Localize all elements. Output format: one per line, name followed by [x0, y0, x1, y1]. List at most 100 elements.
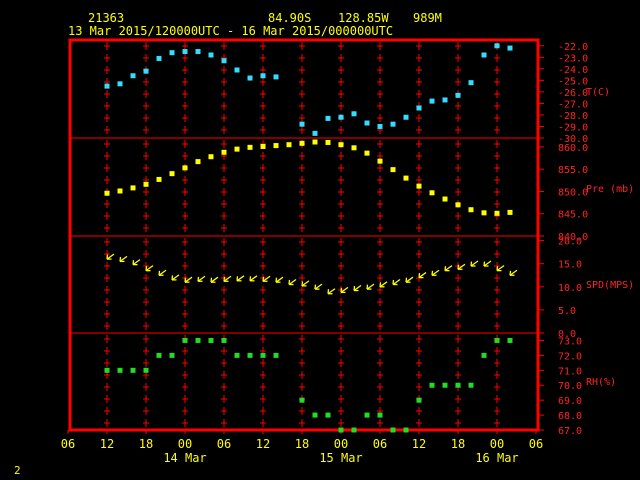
wind-arrow-head: [405, 277, 408, 283]
humidity-point: [260, 352, 266, 358]
pressure-point: [117, 188, 123, 194]
y-tick-label: 860.0: [558, 143, 588, 154]
temperature-point: [494, 43, 500, 49]
humidity-point: [325, 412, 331, 418]
temperature-point: [312, 130, 318, 136]
wind-arrow-head: [327, 289, 330, 294]
x-tick-label: 06: [373, 437, 387, 451]
humidity-point: [377, 412, 383, 418]
pressure-point: [273, 143, 279, 149]
x-date-label: 15 Mar: [319, 451, 362, 465]
pressure-point: [416, 183, 422, 189]
temperature-point: [442, 97, 448, 103]
x-tick-label: 00: [490, 437, 504, 451]
pressure-point: [507, 209, 513, 215]
humidity-point: [429, 382, 435, 388]
pressure-point: [234, 146, 240, 152]
humidity-point: [182, 337, 188, 343]
y-tick-label: 5.0: [558, 306, 576, 317]
x-tick-label: 12: [100, 437, 114, 451]
wind-arrow-head: [262, 276, 265, 282]
panel-label-wind: SPD(MPS): [586, 280, 634, 291]
wind-arrow-head: [132, 260, 135, 265]
wind-arrow-head: [288, 279, 291, 285]
pressure-point: [351, 145, 357, 151]
humidity-point: [416, 397, 422, 403]
y-tick-label: 10.0: [558, 283, 582, 294]
y-tick-label: -26.0: [558, 88, 588, 99]
temperature-point: [364, 120, 370, 126]
humidity-point: [143, 367, 149, 373]
x-tick-label: 00: [334, 437, 348, 451]
temperature-point: [429, 98, 435, 104]
pressure-point: [312, 139, 318, 145]
humidity-point: [221, 337, 227, 343]
y-tick-label: 71.0: [558, 366, 582, 377]
humidity-point: [351, 427, 357, 433]
x-date-label: 16 Mar: [475, 451, 518, 465]
temperature-point: [338, 114, 344, 120]
x-tick-label: 06: [217, 437, 231, 451]
wind-arrow-head: [418, 272, 421, 278]
wind-arrow-head: [171, 275, 174, 280]
y-tick-label: 73.0: [558, 336, 582, 347]
humidity-point: [104, 367, 110, 373]
wind-arrow-head: [106, 254, 109, 260]
pressure-point: [221, 149, 227, 155]
meteogram-chart: -22.0-23.0-24.0-25.0-26.0-27.0-28.0-29.0…: [61, 38, 634, 465]
temperature-point: [117, 81, 123, 87]
humidity-point: [156, 352, 162, 358]
y-tick-label: 72.0: [558, 351, 582, 362]
x-tick-label: 00: [178, 437, 192, 451]
pressure-point: [104, 190, 110, 196]
x-tick-label: 18: [451, 437, 465, 451]
temperature-point: [468, 80, 474, 86]
y-tick-label: 850.0: [558, 187, 588, 198]
humidity-point: [481, 352, 487, 358]
y-tick-label: 69.0: [558, 396, 582, 407]
wind-arrow-head: [223, 276, 226, 282]
panel-label-temperature: T(C): [586, 87, 610, 98]
y-tick-label: -22.0: [558, 42, 588, 53]
wind-arrow-head: [457, 264, 460, 270]
wind-arrow-head: [119, 256, 122, 262]
pressure-point: [468, 207, 474, 213]
y-tick-label: 67.0: [558, 426, 582, 437]
humidity-point: [507, 337, 513, 343]
pressure-point: [260, 143, 266, 149]
temperature-point: [377, 123, 383, 129]
humidity-point: [403, 427, 409, 433]
humidity-point: [442, 382, 448, 388]
wind-arrow-head: [145, 266, 148, 271]
wind-arrow-head: [184, 277, 187, 283]
humidity-point: [338, 427, 344, 433]
temperature-point: [208, 52, 214, 58]
temperature-point: [143, 68, 149, 74]
wind-arrow-head: [366, 284, 369, 290]
temperature-point: [182, 49, 188, 55]
temperature-point: [104, 83, 110, 89]
wind-arrow-head: [392, 279, 395, 285]
y-tick-label: -27.0: [558, 99, 588, 110]
x-tick-label: 12: [412, 437, 426, 451]
y-tick-label: -24.0: [558, 65, 588, 76]
y-tick-label: -29.0: [558, 122, 588, 133]
x-tick-label: 06: [61, 437, 75, 451]
y-tick-label: -28.0: [558, 111, 588, 122]
pressure-point: [403, 175, 409, 181]
wind-arrow-head: [483, 261, 486, 267]
temperature-point: [234, 67, 240, 73]
humidity-point: [299, 397, 305, 403]
wind-arrow-head: [236, 276, 239, 281]
y-tick-label: -25.0: [558, 76, 588, 87]
wind-arrow-head: [353, 285, 356, 291]
temperature-point: [247, 75, 253, 81]
y-tick-label: 70.0: [558, 381, 582, 392]
temperature-point: [416, 105, 422, 111]
humidity-point: [390, 427, 396, 433]
humidity-point: [455, 382, 461, 388]
panel-label-pressure: Pre (mb): [586, 184, 634, 195]
pressure-point: [247, 144, 253, 150]
humidity-point: [494, 337, 500, 343]
pressure-point: [429, 190, 435, 196]
